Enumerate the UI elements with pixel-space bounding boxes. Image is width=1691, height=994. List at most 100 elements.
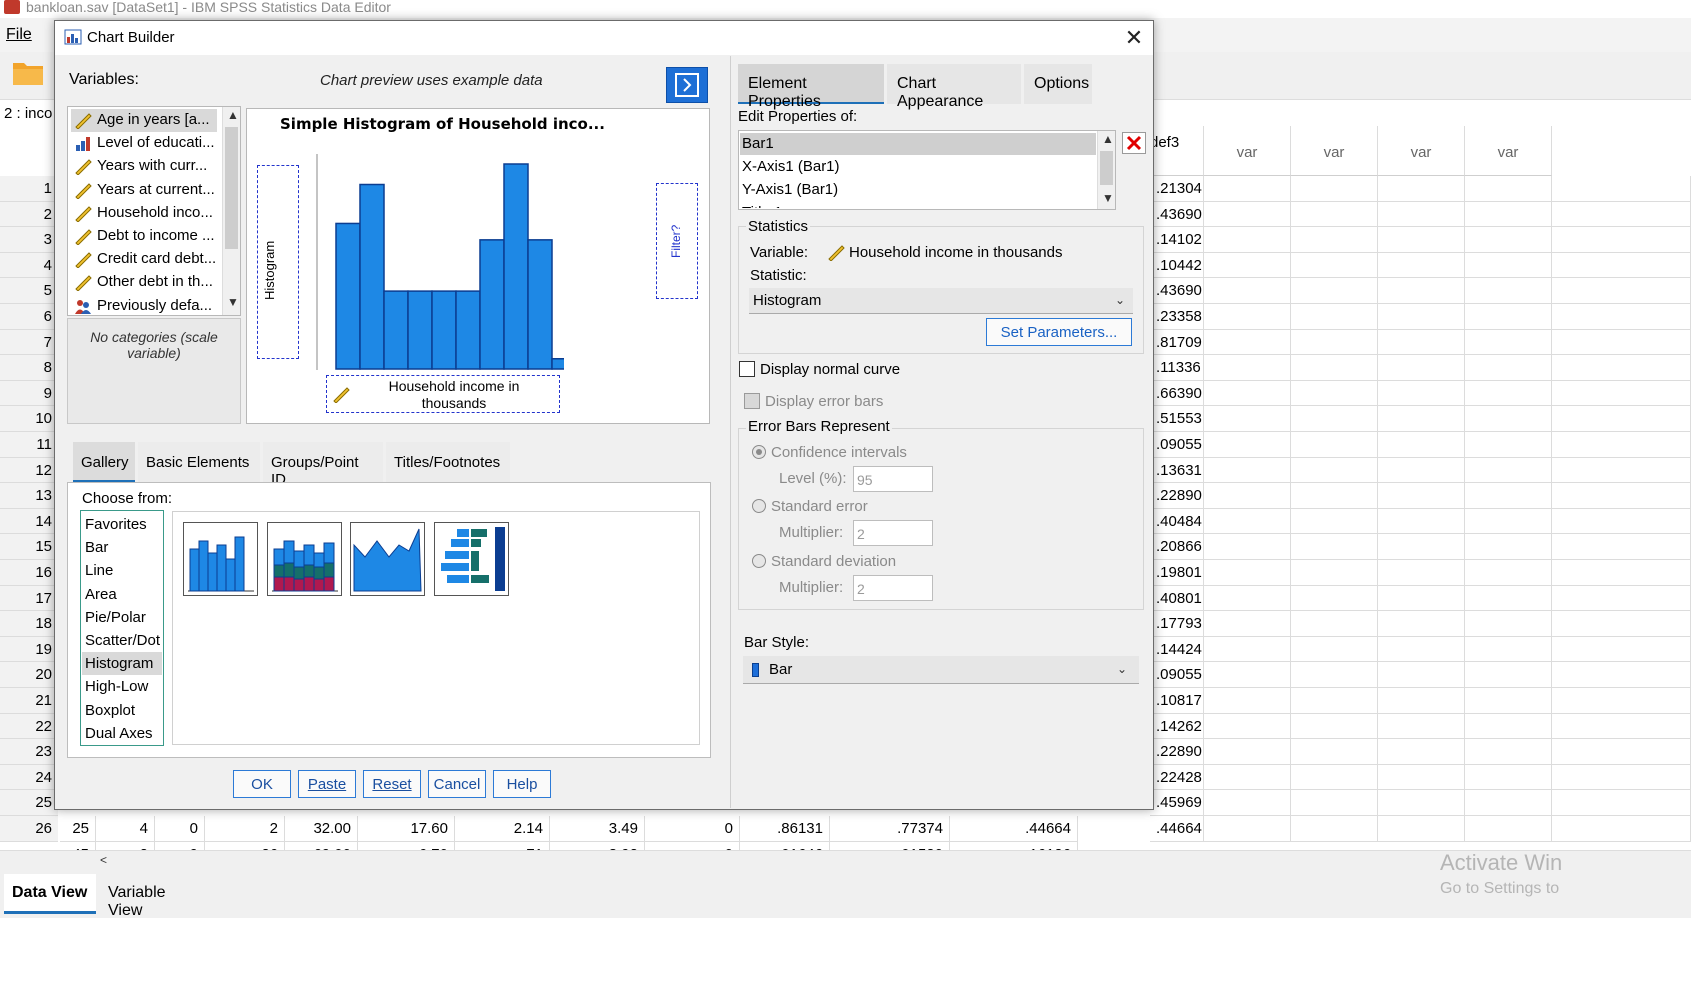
horizontal-scrollbar[interactable]: < xyxy=(0,850,1691,872)
table-cell[interactable] xyxy=(1378,636,1465,663)
row-number[interactable]: 22 xyxy=(0,713,58,740)
tab-options[interactable]: Options xyxy=(1024,64,1092,104)
table-cell[interactable]: .45969 xyxy=(1150,790,1204,816)
table-cell[interactable] xyxy=(1378,355,1465,381)
chart-type-item[interactable]: Histogram xyxy=(82,652,162,676)
table-cell[interactable] xyxy=(1204,483,1291,509)
row-number[interactable]: 1 xyxy=(0,176,58,202)
scroll-up-icon[interactable]: ▲ xyxy=(1102,132,1114,146)
set-parameters-button[interactable]: Set Parameters... xyxy=(986,318,1132,346)
column-header[interactable]: var xyxy=(1204,126,1291,176)
table-cell[interactable] xyxy=(1204,560,1291,586)
table-cell[interactable]: 3.49 xyxy=(550,816,645,842)
row-number[interactable]: 9 xyxy=(0,380,58,407)
table-cell[interactable]: .43690 xyxy=(1150,201,1204,228)
table-cell[interactable]: .23358 xyxy=(1150,304,1204,330)
table-cell[interactable] xyxy=(1465,508,1552,535)
table-cell[interactable] xyxy=(1378,329,1465,356)
table-cell[interactable] xyxy=(1465,688,1552,714)
table-cell[interactable] xyxy=(1378,764,1465,791)
frequency-polygon-thumbnail[interactable] xyxy=(350,522,425,596)
scroll-up-icon[interactable]: ▲ xyxy=(227,108,239,122)
table-cell[interactable] xyxy=(1552,688,1691,714)
open-folder-icon[interactable] xyxy=(12,58,44,86)
table-cell[interactable] xyxy=(1378,201,1465,228)
table-cell[interactable] xyxy=(1291,508,1378,535)
table-cell[interactable] xyxy=(1378,380,1465,407)
table-cell[interactable] xyxy=(1552,329,1691,356)
table-cell[interactable] xyxy=(1291,278,1378,304)
table-cell[interactable] xyxy=(1552,483,1691,509)
chart-type-item[interactable]: Bar xyxy=(82,536,162,559)
stacked-histogram-thumbnail[interactable] xyxy=(267,522,342,596)
table-cell[interactable] xyxy=(1465,380,1552,407)
row-number[interactable]: 8 xyxy=(0,355,58,381)
table-cell[interactable] xyxy=(1465,560,1552,586)
level-input[interactable]: 95 xyxy=(853,466,933,492)
row-number[interactable]: 17 xyxy=(0,585,58,612)
chart-type-item[interactable]: Area xyxy=(82,583,162,606)
table-cell[interactable] xyxy=(1465,764,1552,791)
multiplier-sd-input[interactable]: 2 xyxy=(853,575,933,601)
chart-type-item[interactable]: High-Low xyxy=(82,675,162,698)
table-cell[interactable]: .14102 xyxy=(1150,227,1204,253)
multiplier-se-input[interactable]: 2 xyxy=(853,520,933,546)
table-cell[interactable] xyxy=(1291,252,1378,279)
table-cell[interactable] xyxy=(1204,585,1291,612)
bar-style-select[interactable]: Bar ⌄ xyxy=(743,656,1139,684)
table-cell[interactable] xyxy=(1552,201,1691,228)
column-header[interactable]: var xyxy=(1291,126,1378,176)
table-cell[interactable]: .40484 xyxy=(1150,508,1204,535)
variable-list-item[interactable]: Credit card debt... xyxy=(71,248,217,271)
statistic-select[interactable]: Histogram ⌄ xyxy=(749,288,1133,314)
table-cell[interactable] xyxy=(1291,534,1378,560)
simple-histogram-thumbnail[interactable] xyxy=(183,522,258,596)
cancel-button[interactable]: Cancel xyxy=(428,770,486,798)
table-cell[interactable]: 0 xyxy=(155,816,205,842)
table-cell[interactable] xyxy=(1291,585,1378,612)
table-cell[interactable] xyxy=(1204,713,1291,740)
tab-gallery[interactable]: Gallery xyxy=(73,442,135,482)
tab-titles-footnotes[interactable]: Titles/Footnotes xyxy=(386,442,510,482)
row-number[interactable]: 11 xyxy=(0,432,58,458)
table-cell[interactable] xyxy=(1204,329,1291,356)
table-cell[interactable] xyxy=(1291,304,1378,330)
table-cell[interactable] xyxy=(1465,457,1552,484)
table-cell[interactable] xyxy=(1465,278,1552,304)
table-cell[interactable] xyxy=(1378,457,1465,484)
table-cell[interactable] xyxy=(1204,176,1291,202)
table-cell[interactable] xyxy=(1291,201,1378,228)
table-cell[interactable] xyxy=(1552,585,1691,612)
table-cell[interactable] xyxy=(1465,329,1552,356)
help-button[interactable]: Help xyxy=(493,770,551,798)
table-cell[interactable] xyxy=(1291,329,1378,356)
row-number[interactable]: 18 xyxy=(0,611,58,637)
table-cell[interactable] xyxy=(1465,227,1552,253)
table-cell[interactable] xyxy=(1378,508,1465,535)
table-cell[interactable] xyxy=(1465,739,1552,765)
table-cell[interactable] xyxy=(1465,585,1552,612)
table-cell[interactable] xyxy=(1204,739,1291,765)
table-cell[interactable] xyxy=(1291,432,1378,458)
table-cell[interactable] xyxy=(1552,560,1691,586)
table-cell[interactable] xyxy=(1465,176,1552,202)
table-cell[interactable]: 0 xyxy=(645,816,740,842)
table-cell[interactable]: .14424 xyxy=(1150,636,1204,663)
table-cell[interactable] xyxy=(1204,611,1291,637)
table-cell[interactable] xyxy=(1291,560,1378,586)
table-cell[interactable] xyxy=(1204,406,1291,432)
row-number[interactable]: 23 xyxy=(0,739,58,765)
table-cell[interactable] xyxy=(1378,534,1465,560)
table-cell[interactable] xyxy=(1291,713,1378,740)
table-cell[interactable] xyxy=(1552,636,1691,663)
table-cell[interactable]: .22890 xyxy=(1150,483,1204,509)
table-cell[interactable]: .66390 xyxy=(1150,380,1204,407)
scroll-down-icon[interactable]: ▼ xyxy=(1102,191,1114,205)
table-cell[interactable] xyxy=(1378,278,1465,304)
table-cell[interactable] xyxy=(1291,406,1378,432)
row-number[interactable]: 25 xyxy=(0,790,58,816)
table-cell[interactable] xyxy=(1378,790,1465,816)
table-cell[interactable]: .10442 xyxy=(1150,252,1204,279)
close-icon[interactable]: ✕ xyxy=(1122,26,1146,50)
table-cell[interactable] xyxy=(1552,176,1691,202)
